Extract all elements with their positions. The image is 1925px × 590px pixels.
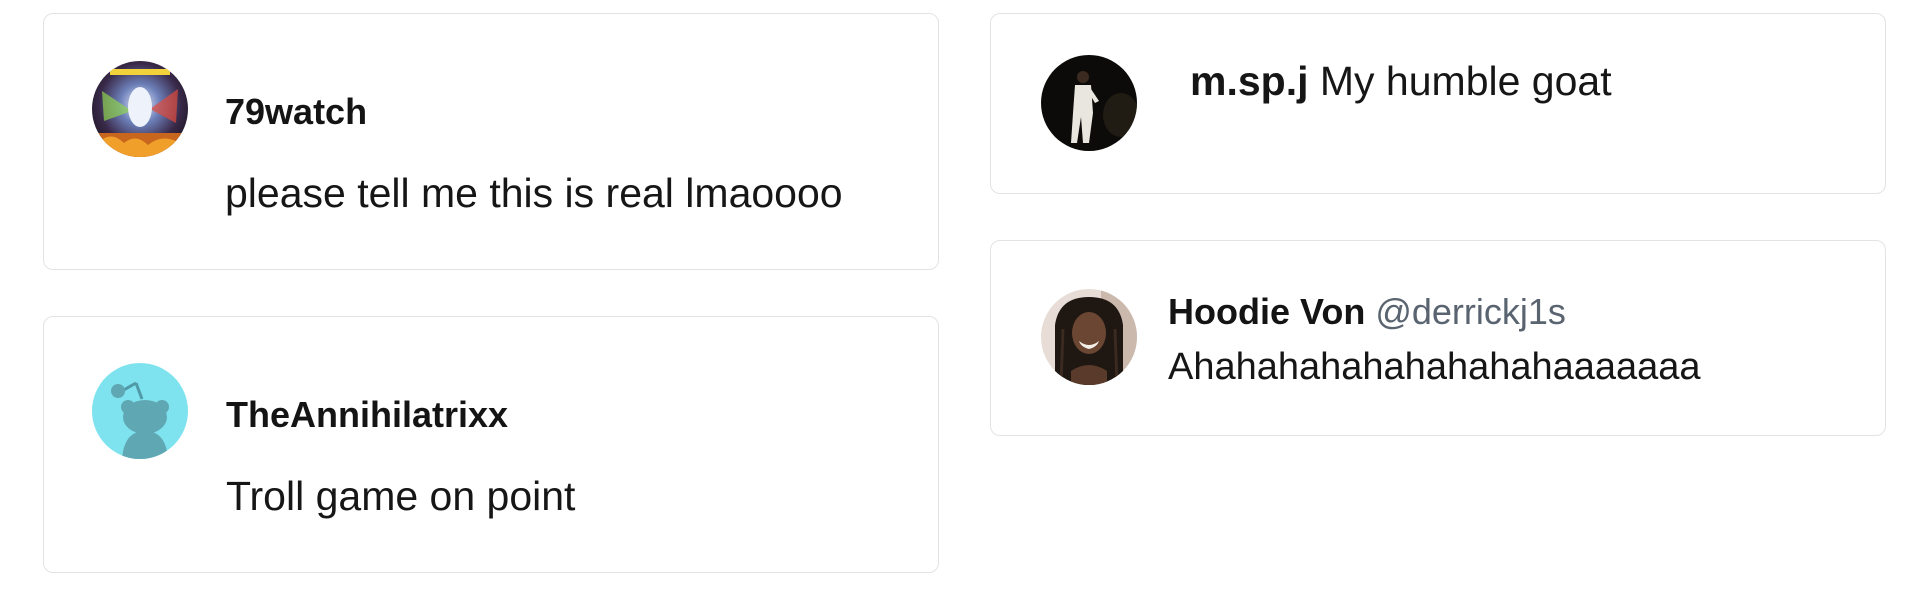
comment-text: Troll game on point bbox=[226, 473, 576, 519]
comment-header: Hoodie Von @derrickj1s bbox=[1168, 291, 1566, 333]
comment-card: m.sp.j My humble goat bbox=[990, 13, 1886, 194]
comment-username[interactable]: TheAnnihilatrixx bbox=[226, 394, 508, 436]
reddit-snoo-icon[interactable] bbox=[92, 363, 188, 459]
user-avatar-icon[interactable] bbox=[1041, 55, 1137, 151]
comment-card: 79watch please tell me this is real lmao… bbox=[43, 13, 939, 270]
comment-username[interactable]: Hoodie Von bbox=[1168, 291, 1365, 332]
comment-card: TheAnnihilatrixx Troll game on point bbox=[43, 316, 939, 573]
comment-username[interactable]: 79watch bbox=[225, 91, 367, 133]
comment-username[interactable]: m.sp.j bbox=[1190, 58, 1308, 104]
comment-text: Ahahahahahahahahahaaaaaaa bbox=[1168, 346, 1701, 388]
comment-text: please tell me this is real lmaoooo bbox=[225, 170, 843, 216]
comment-text: m.sp.j My humble goat bbox=[1190, 58, 1612, 105]
comment-handle[interactable]: @derrickj1s bbox=[1375, 291, 1566, 332]
user-avatar-icon[interactable] bbox=[92, 61, 188, 157]
comment-body: My humble goat bbox=[1319, 58, 1612, 104]
user-avatar-icon[interactable] bbox=[1041, 289, 1137, 385]
comment-card: Hoodie Von @derrickj1s Ahahahahahahahaha… bbox=[990, 240, 1886, 436]
